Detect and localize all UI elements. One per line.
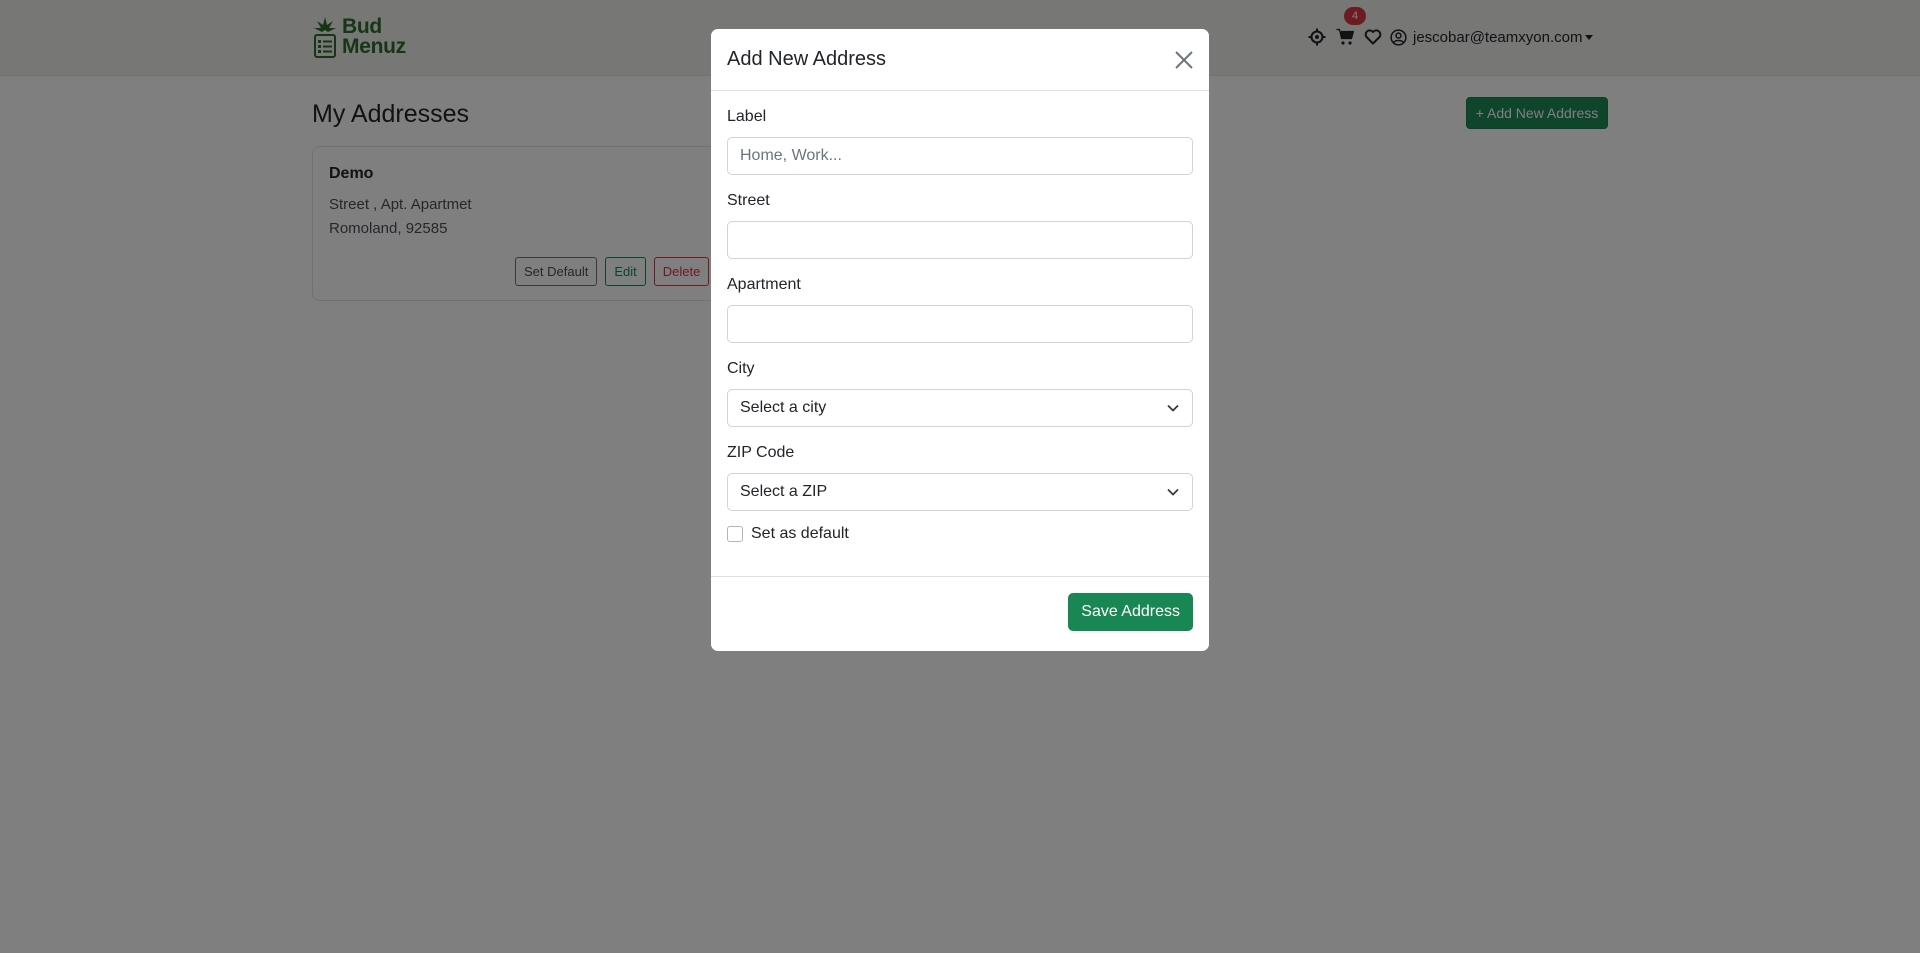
chevron-down-icon (1167, 404, 1179, 412)
modal-header: Add New Address (711, 29, 1209, 91)
street-field-group: Street (727, 191, 1193, 259)
city-select-value: Select a city (740, 399, 827, 416)
set-default-checkbox[interactable] (727, 526, 743, 542)
set-default-check: Set as default (727, 525, 1193, 543)
label-field-label: Label (727, 108, 767, 125)
chevron-down-icon (1167, 488, 1179, 496)
save-address-button[interactable]: Save Address (1068, 593, 1193, 631)
apartment-input[interactable] (727, 305, 1193, 343)
street-field-label: Street (727, 192, 770, 209)
add-address-modal: Add New Address Label Street Apartment C… (711, 29, 1209, 651)
label-field-group: Label (727, 107, 1193, 175)
modal-footer: Save Address (711, 576, 1209, 651)
zip-select-value: Select a ZIP (740, 483, 828, 500)
apartment-field-group: Apartment (727, 275, 1193, 343)
apartment-field-label: Apartment (727, 276, 801, 293)
city-select[interactable]: Select a city (727, 389, 1193, 427)
zip-select[interactable]: Select a ZIP (727, 473, 1193, 511)
street-input[interactable] (727, 221, 1193, 259)
set-default-label[interactable]: Set as default (751, 525, 849, 543)
city-field-group: City Select a city (727, 359, 1193, 427)
modal-body: Label Street Apartment City Select a cit… (711, 91, 1209, 576)
modal-title: Add New Address (727, 48, 886, 70)
label-input[interactable] (727, 137, 1193, 175)
city-field-label: City (727, 360, 755, 377)
zip-field-group: ZIP Code Select a ZIP (727, 443, 1193, 511)
close-icon (1175, 51, 1193, 69)
close-modal-button[interactable] (1173, 49, 1195, 71)
zip-field-label: ZIP Code (727, 444, 795, 461)
